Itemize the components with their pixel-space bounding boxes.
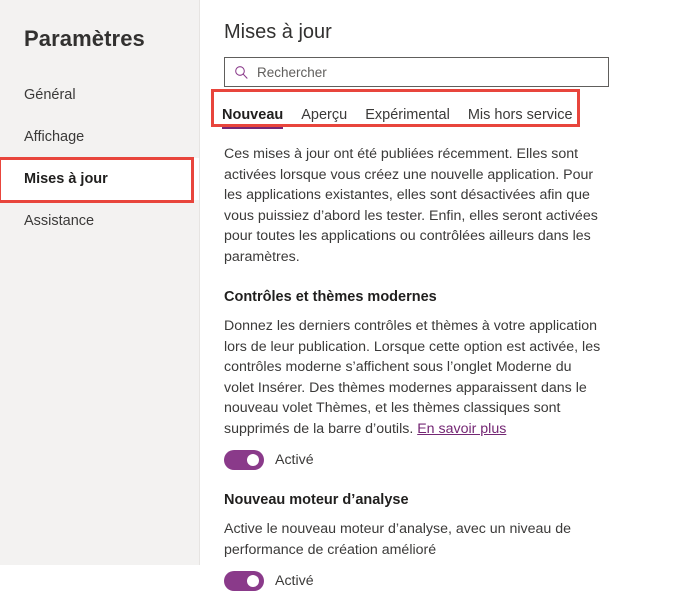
search-box[interactable] bbox=[224, 57, 609, 87]
tab-label: Nouveau bbox=[222, 107, 284, 123]
sidebar-item-label: Général bbox=[24, 87, 76, 103]
tab-label: Mis hors service bbox=[467, 107, 573, 123]
tab-apercu[interactable]: Aperçu bbox=[301, 107, 347, 129]
learn-more-link[interactable]: En savoir plus bbox=[417, 421, 506, 437]
analysis-engine-toggle[interactable] bbox=[224, 571, 264, 591]
sidebar-item-general[interactable]: Général bbox=[0, 74, 199, 116]
toggle-state-label: Activé bbox=[275, 452, 314, 468]
section-title: Contrôles et thèmes modernes bbox=[224, 289, 437, 305]
sidebar-item-assistance[interactable]: Assistance bbox=[0, 200, 199, 242]
section-description: Donnez les derniers contrôles et thèmes … bbox=[224, 316, 604, 439]
sidebar-item-label: Mises à jour bbox=[24, 171, 108, 187]
page-title: Mises à jour bbox=[224, 21, 332, 43]
intro-paragraph: Ces mises à jour ont été publiées récemm… bbox=[224, 146, 598, 265]
toggle-row: Activé bbox=[224, 571, 604, 591]
tab-label: Expérimental bbox=[365, 107, 450, 123]
settings-window: Paramètres Général Affichage Mises à jou… bbox=[0, 0, 690, 591]
tab-experimental[interactable]: Expérimental bbox=[365, 107, 450, 129]
section-title: Nouveau moteur d’analyse bbox=[224, 492, 409, 508]
setting-section-controles-et-themes-modernes: Contrôles et thèmes modernes Donnez les … bbox=[224, 289, 604, 470]
modern-controls-toggle[interactable] bbox=[224, 450, 264, 470]
sidebar-item-label: Assistance bbox=[24, 213, 95, 229]
sidebar-item-label: Affichage bbox=[24, 129, 85, 145]
sidebar-title: Paramètres bbox=[24, 26, 145, 51]
setting-section-nouveau-moteur-danalyse: Nouveau moteur d’analyse Active le nouve… bbox=[224, 492, 604, 591]
sidebar-item-affichage[interactable]: Affichage bbox=[0, 116, 199, 158]
toggle-knob bbox=[247, 454, 259, 466]
sidebar-item-mises-a-jour[interactable]: Mises à jour bbox=[0, 158, 199, 200]
tab-bar: Nouveau Aperçu Expérimental Mis hors ser… bbox=[222, 101, 690, 129]
toggle-state-label: Activé bbox=[275, 573, 314, 589]
tab-label: Aperçu bbox=[301, 107, 348, 123]
search-input[interactable] bbox=[257, 64, 608, 80]
settings-main-panel: Mises à jour Nouveau Aperçu Expérimental… bbox=[200, 0, 690, 591]
tab-nouveau[interactable]: Nouveau bbox=[222, 107, 284, 129]
toggle-knob bbox=[247, 575, 259, 587]
toggle-row: Activé bbox=[224, 450, 604, 470]
updates-content: Ces mises à jour ont été publiées récemm… bbox=[200, 144, 604, 591]
settings-sidebar: Paramètres Général Affichage Mises à jou… bbox=[0, 0, 200, 565]
section-description-text: Donnez les derniers contrôles et thèmes … bbox=[224, 318, 601, 437]
tab-mis-hors-service[interactable]: Mis hors service bbox=[468, 107, 573, 129]
sidebar-nav-list: Général Affichage Mises à jour Assistanc… bbox=[0, 74, 199, 242]
section-description: Active le nouveau moteur d’analyse, avec… bbox=[224, 521, 572, 558]
search-icon bbox=[235, 65, 248, 79]
